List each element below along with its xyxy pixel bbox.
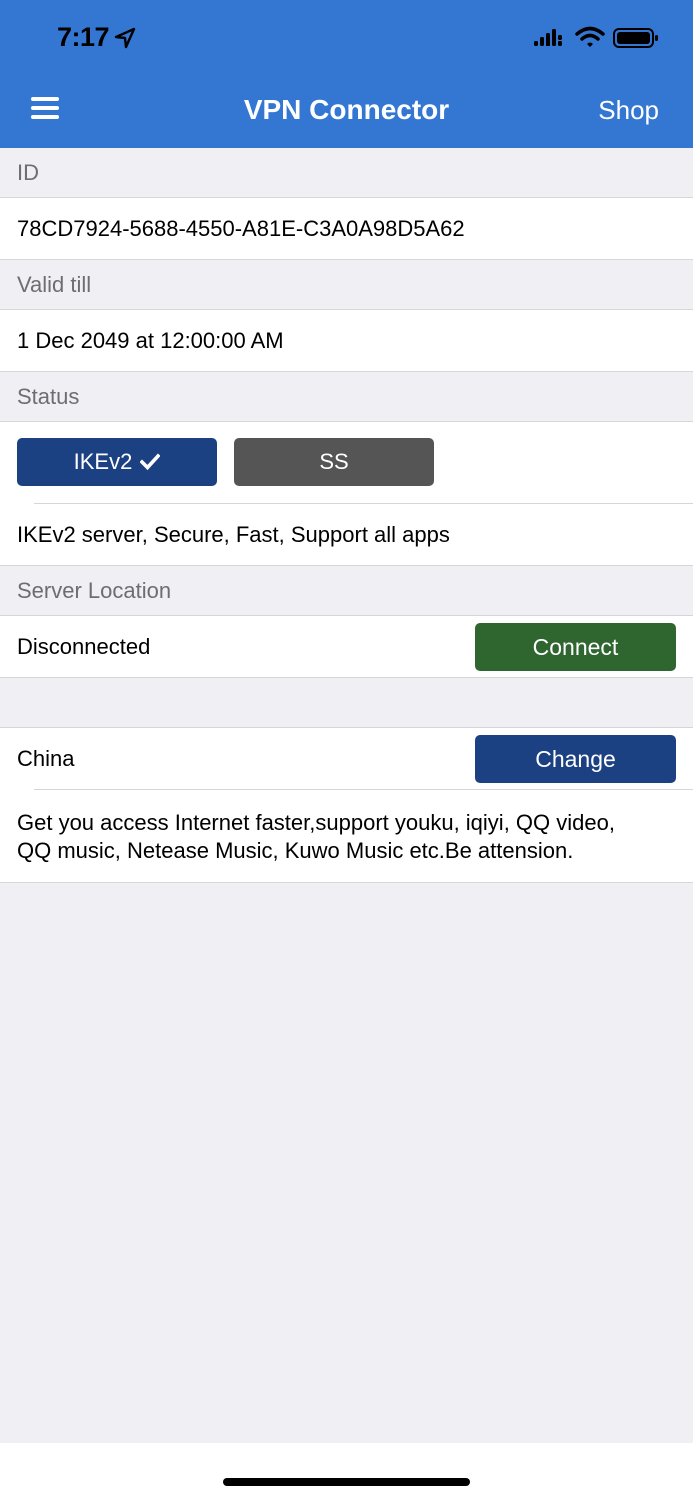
wifi-icon bbox=[575, 26, 605, 47]
server-location-section-header: Server Location bbox=[0, 566, 693, 616]
location-row: China Change bbox=[0, 728, 693, 790]
settings-list: ID 78CD7924-5688-4550-A81E-C3A0A98D5A62 … bbox=[0, 148, 693, 883]
location-arrow-icon bbox=[114, 27, 136, 49]
protocol-selector: IKEv2 SS bbox=[0, 422, 693, 504]
checkmark-icon bbox=[140, 453, 161, 471]
shop-button[interactable]: Shop bbox=[598, 95, 659, 126]
change-button[interactable]: Change bbox=[475, 735, 676, 783]
home-indicator-area bbox=[0, 1443, 693, 1500]
navigation-bar: 7:17 VPN Connector Shop bbox=[0, 0, 693, 148]
valid-till-value: 1 Dec 2049 at 12:00:00 AM bbox=[0, 310, 693, 372]
page-title: VPN Connector bbox=[243, 94, 450, 125]
connect-button[interactable]: Connect bbox=[475, 623, 676, 671]
id-value: 78CD7924-5688-4550-A81E-C3A0A98D5A62 bbox=[0, 198, 693, 260]
section-spacer bbox=[0, 678, 693, 728]
signal-icon bbox=[534, 29, 562, 46]
connection-row: Disconnected Connect bbox=[0, 616, 693, 678]
home-indicator[interactable] bbox=[223, 1478, 470, 1486]
battery-icon bbox=[613, 28, 658, 48]
ikev2-button[interactable]: IKEv2 bbox=[17, 438, 217, 486]
connection-status: Disconnected bbox=[17, 634, 151, 659]
ikev2-label: IKEv2 bbox=[73, 449, 133, 474]
status-section-header: Status bbox=[0, 372, 693, 422]
protocol-description: IKEv2 server, Secure, Fast, Support all … bbox=[0, 504, 693, 566]
location-description: Get you access Internet faster,support y… bbox=[0, 790, 693, 883]
valid-till-section-header: Valid till bbox=[0, 260, 693, 310]
ss-button[interactable]: SS bbox=[234, 438, 434, 486]
status-time: 7:17 bbox=[57, 22, 110, 52]
id-section-header: ID bbox=[0, 148, 693, 198]
divider bbox=[34, 789, 693, 790]
location-value: China bbox=[17, 746, 75, 771]
